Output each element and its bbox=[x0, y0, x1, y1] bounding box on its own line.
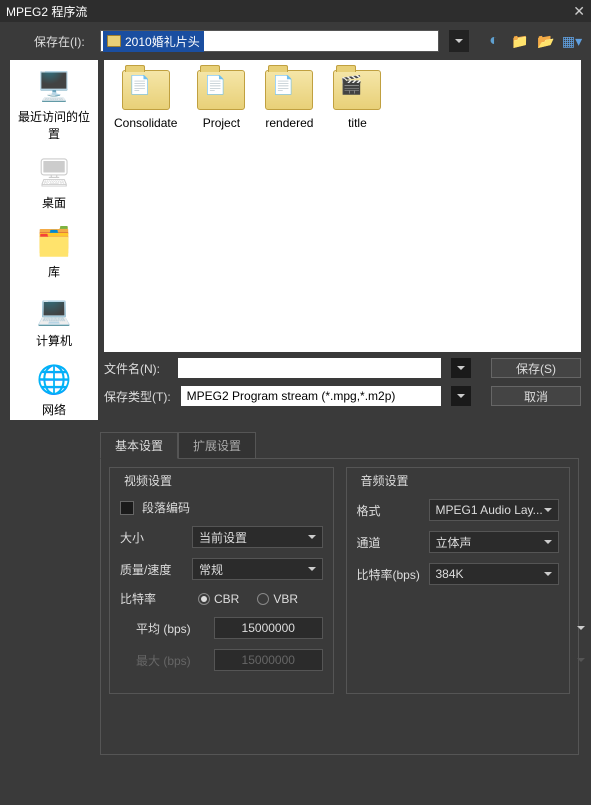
close-icon[interactable]: ✕ bbox=[573, 3, 585, 20]
folder-icon: 📄 bbox=[122, 70, 170, 110]
vbr-label: VBR bbox=[273, 592, 298, 606]
video-group-title: 视频设置 bbox=[120, 472, 176, 489]
cbr-label: CBR bbox=[214, 592, 239, 606]
size-row: 大小 当前设置 bbox=[120, 526, 323, 548]
cancel-button[interactable]: 取消 bbox=[491, 386, 581, 406]
nav-toolbar: ◐ 📁 📂 ▦▾ bbox=[485, 32, 581, 50]
bitrate-mode-row: 比特率 CBR VBR bbox=[120, 590, 323, 607]
titlebar: MPEG2 程序流 ✕ bbox=[0, 0, 591, 22]
up-folder-icon[interactable]: 📁 bbox=[511, 32, 529, 50]
folder-rendered[interactable]: 📄 rendered bbox=[265, 70, 313, 130]
save-in-value: 2010婚礼片头 bbox=[125, 33, 200, 50]
avg-bps-row: 平均 (bps) 15000000 bbox=[120, 617, 323, 639]
channel-select[interactable]: 立体声 bbox=[429, 531, 560, 553]
avg-label: 平均 (bps) bbox=[136, 620, 206, 637]
folder-icon: 📄 bbox=[265, 70, 313, 110]
filetype-row: 保存类型(T): MPEG2 Program stream (*.mpg,*.m… bbox=[104, 386, 581, 406]
filename-dropdown[interactable] bbox=[451, 358, 471, 378]
places-sidebar: 🖥️ 最近访问的位置 🖥 桌面 🗂️ 库 💻 计算机 🌐 网络 bbox=[10, 60, 98, 420]
window-title: MPEG2 程序流 bbox=[6, 3, 87, 20]
audio-bitrate-row: 比特率(bps) 384K bbox=[357, 563, 560, 585]
settings-panel: 视频设置 段落编码 大小 当前设置 质量/速度 常规 比特率 bbox=[100, 458, 579, 755]
place-network[interactable]: 🌐 网络 bbox=[14, 361, 94, 418]
quality-select[interactable]: 常规 bbox=[192, 558, 323, 580]
segment-row: 段落编码 bbox=[120, 499, 323, 516]
save-in-input[interactable]: 2010婚礼片头 bbox=[100, 30, 439, 52]
bitrate-label: 比特率 bbox=[120, 590, 184, 607]
max-select: 15000000 bbox=[214, 649, 323, 671]
place-desktop[interactable]: 🖥 桌面 bbox=[14, 154, 94, 211]
channel-label: 通道 bbox=[357, 534, 421, 551]
new-folder-icon[interactable]: 📂 bbox=[537, 32, 555, 50]
audio-group-title: 音频设置 bbox=[357, 472, 413, 489]
video-settings-group: 视频设置 段落编码 大小 当前设置 质量/速度 常规 比特率 bbox=[109, 467, 334, 694]
save-in-label: 保存在(I): bbox=[34, 33, 94, 50]
audio-settings-group: 音频设置 格式 MPEG1 Audio Lay... 通道 立体声 比特率(bp… bbox=[346, 467, 571, 694]
channel-row: 通道 立体声 bbox=[357, 531, 560, 553]
format-select[interactable]: MPEG1 Audio Lay... bbox=[429, 499, 560, 521]
filename-label: 文件名(N): bbox=[104, 360, 168, 377]
quality-label: 质量/速度 bbox=[120, 561, 184, 578]
folder-title[interactable]: 🎬 title bbox=[333, 70, 381, 130]
file-list[interactable]: 📄 Consolidate 📄 Project 📄 rendered 🎬 tit… bbox=[104, 60, 581, 352]
format-row: 格式 MPEG1 Audio Lay... bbox=[357, 499, 560, 521]
filename-input[interactable] bbox=[178, 358, 441, 378]
folder-project[interactable]: 📄 Project bbox=[197, 70, 245, 130]
computer-icon: 💻 bbox=[36, 292, 72, 328]
back-icon[interactable]: ◐ bbox=[485, 32, 503, 50]
quality-row: 质量/速度 常规 bbox=[120, 558, 323, 580]
audio-bitrate-select[interactable]: 384K bbox=[429, 563, 560, 585]
network-icon: 🌐 bbox=[36, 361, 72, 397]
vbr-radio[interactable] bbox=[257, 593, 269, 605]
filetype-input[interactable]: MPEG2 Program stream (*.mpg,*.m2p) bbox=[181, 386, 441, 406]
tabs: 基本设置 扩展设置 bbox=[100, 432, 579, 459]
tab-extended[interactable]: 扩展设置 bbox=[178, 432, 256, 459]
segment-checkbox[interactable] bbox=[120, 501, 134, 515]
desktop-icon: 🖥 bbox=[36, 154, 72, 190]
segment-label: 段落编码 bbox=[142, 499, 190, 516]
size-label: 大小 bbox=[120, 529, 184, 546]
audio-bitrate-label: 比特率(bps) bbox=[357, 566, 421, 583]
tab-basic[interactable]: 基本设置 bbox=[100, 432, 178, 459]
avg-select[interactable]: 15000000 bbox=[214, 617, 323, 639]
main-area: 🖥️ 最近访问的位置 🖥 桌面 🗂️ 库 💻 计算机 🌐 网络 📄 Consol… bbox=[0, 60, 591, 420]
max-bps-row: 最大 (bps) 15000000 bbox=[120, 649, 323, 671]
filename-row: 文件名(N): 保存(S) bbox=[104, 358, 581, 378]
filetype-dropdown[interactable] bbox=[451, 386, 471, 406]
save-button[interactable]: 保存(S) bbox=[491, 358, 581, 378]
cbr-radio[interactable] bbox=[198, 593, 210, 605]
folder-icon: 📄 bbox=[197, 70, 245, 110]
format-label: 格式 bbox=[357, 502, 421, 519]
place-library[interactable]: 🗂️ 库 bbox=[14, 223, 94, 280]
place-computer[interactable]: 💻 计算机 bbox=[14, 292, 94, 349]
recent-icon: 🖥️ bbox=[36, 68, 72, 104]
folder-consolidate[interactable]: 📄 Consolidate bbox=[114, 70, 177, 130]
library-icon: 🗂️ bbox=[36, 223, 72, 259]
settings-area: 基本设置 扩展设置 视频设置 段落编码 大小 当前设置 质量/速度 常规 bbox=[100, 432, 579, 755]
folder-icon bbox=[107, 35, 121, 47]
place-recent[interactable]: 🖥️ 最近访问的位置 bbox=[14, 68, 94, 142]
size-select[interactable]: 当前设置 bbox=[192, 526, 323, 548]
filetype-label: 保存类型(T): bbox=[104, 388, 171, 405]
folder-icon: 🎬 bbox=[333, 70, 381, 110]
max-label: 最大 (bps) bbox=[136, 652, 206, 669]
view-icon[interactable]: ▦▾ bbox=[563, 32, 581, 50]
save-in-row: 保存在(I): 2010婚礼片头 ◐ 📁 📂 ▦▾ bbox=[0, 22, 591, 60]
save-in-dropdown[interactable] bbox=[449, 30, 469, 52]
